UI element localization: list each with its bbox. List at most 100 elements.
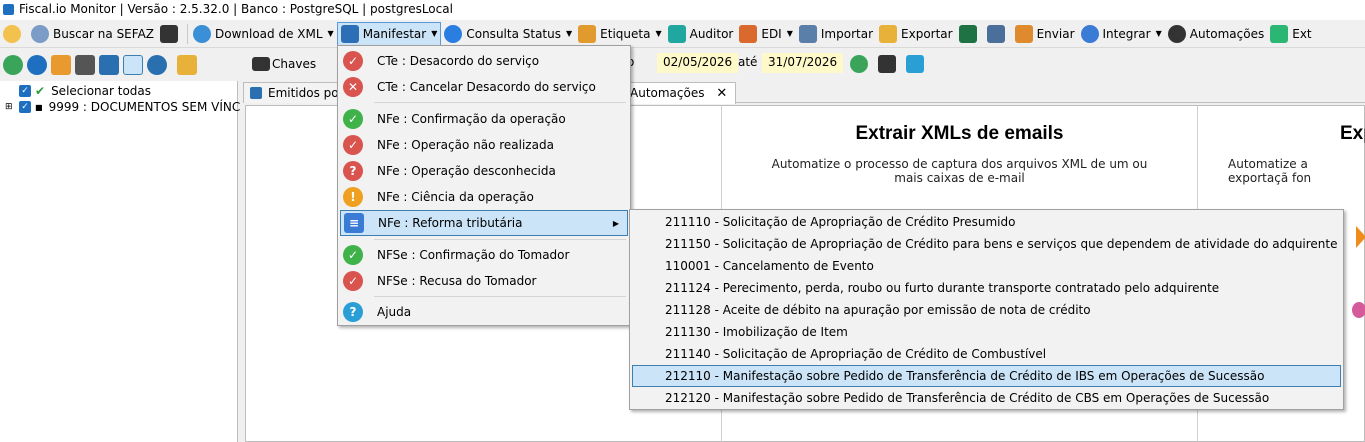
menu-item-label: NFSe : Recusa do Tomador — [377, 274, 537, 288]
submenu-item-label: 211124 - Perecimento, perda, roubo ou fu… — [665, 281, 1220, 295]
trash-icon[interactable] — [75, 55, 95, 75]
manifestar-menu: ✓ CTe : Desacordo do serviço ✕ CTe : Can… — [337, 45, 631, 326]
check-icon: ✓ — [343, 245, 363, 265]
company-tree: ✓ ✔ Selecionar todas ⊞ ✓ ■ 9999 : DOCUME… — [0, 81, 240, 442]
auditor-button[interactable]: Auditor — [665, 22, 737, 46]
submenu-item[interactable]: 212120 - Manifestação sobre Pedido de Tr… — [632, 387, 1341, 409]
refresh-icon[interactable] — [3, 55, 23, 75]
tab-label: Automações — [630, 86, 705, 100]
mail-icon — [1014, 24, 1033, 43]
importar-label: Importar — [820, 26, 874, 41]
submenu-item[interactable]: 211110 - Solicitação de Apropriação de C… — [632, 211, 1341, 233]
consulta-status-button[interactable]: Consulta Status ▼ — [441, 22, 575, 46]
edi-button[interactable]: EDI ▼ — [736, 22, 796, 46]
menu-item-nfe-reforma-tributaria[interactable]: ≡ NFe : Reforma tributária ▶ — [340, 210, 628, 236]
menu-item-ajuda[interactable]: ? Ajuda — [340, 300, 628, 324]
expand-icon[interactable]: ⊞ — [5, 102, 19, 112]
tree-item-select-all[interactable]: ✓ ✔ Selecionar todas — [5, 83, 151, 99]
manifestar-button[interactable]: Manifestar ▼ — [336, 21, 442, 46]
lightbulb-button[interactable] — [0, 22, 28, 46]
excel-button[interactable] — [956, 22, 984, 46]
move-icon[interactable] — [878, 55, 896, 73]
export-icon — [879, 24, 898, 43]
auditor-icon — [667, 24, 686, 43]
automacoes-button[interactable]: Automações — [1165, 22, 1267, 46]
cloud-search-icon — [31, 24, 49, 43]
submenu-item-label: 211128 - Aceite de débito na apuração po… — [665, 303, 1091, 317]
submenu-item-label: 211140 - Solicitação de Apropriação de C… — [665, 347, 1047, 361]
download-xml-button[interactable]: Download de XML ▼ — [190, 22, 337, 46]
edi-label: EDI — [761, 26, 782, 41]
exportar-button[interactable]: Exportar — [876, 22, 956, 46]
tab-automacoes[interactable]: Automações ✕ — [623, 82, 737, 104]
tree-item-company[interactable]: ⊞ ✓ ■ 9999 : DOCUMENTOS SEM VÍNC — [5, 99, 240, 115]
submenu-item-label: 212110 - Manifestação sobre Pedido de Tr… — [665, 369, 1265, 383]
submenu-item-label: 212120 - Manifestação sobre Pedido de Tr… — [665, 391, 1270, 405]
expand-icon[interactable] — [906, 55, 924, 73]
menu-item-label: NFe : Operação desconhecida — [377, 164, 556, 178]
submenu-item[interactable]: 211150 - Solicitação de Apropriação de C… — [632, 233, 1341, 255]
automation-icon — [1167, 24, 1186, 43]
menu-item-nfse-recusa[interactable]: ✓ NFSe : Recusa do Tomador — [340, 269, 628, 293]
close-icon[interactable]: ✕ — [716, 86, 727, 101]
refresh-dates-icon[interactable] — [850, 55, 868, 73]
submenu-item[interactable]: 211124 - Perecimento, perda, roubo ou fu… — [632, 277, 1341, 299]
submenu-item[interactable]: 211128 - Aceite de débito na apuração po… — [632, 299, 1341, 321]
document-list-icon: ≡ — [344, 213, 364, 233]
menu-item-nfe-nao-realizada[interactable]: ✓ NFe : Operação não realizada — [340, 133, 628, 157]
pencil-icon[interactable] — [51, 55, 71, 75]
sort-icon[interactable] — [99, 55, 119, 75]
chevron-down-icon: ▼ — [327, 29, 334, 38]
list-button[interactable] — [157, 22, 185, 46]
etiqueta-button[interactable]: Etiqueta ▼ — [575, 22, 664, 46]
date-from-field[interactable]: 02/05/2026 — [657, 53, 739, 73]
card-title: Extrair XMLs de emails — [855, 123, 1064, 144]
submenu-item-label: 211110 - Solicitação de Apropriação de C… — [665, 215, 1016, 229]
integrar-label: Integrar — [1102, 26, 1151, 41]
buscar-sefaz-button[interactable]: Buscar na SEFAZ — [28, 22, 157, 46]
check-status-icon — [444, 24, 463, 43]
submenu-item[interactable]: 110001 - Cancelamento de Evento — [632, 255, 1341, 277]
chevron-down-icon: ▼ — [566, 29, 573, 38]
importar-button[interactable]: Importar — [796, 22, 876, 46]
menu-item-nfe-desconhecida[interactable]: ? NFe : Operação desconhecida — [340, 159, 628, 183]
menu-item-nfse-confirmacao[interactable]: ✓ NFSe : Confirmação do Tomador — [340, 243, 628, 267]
chaves-button[interactable]: Chaves — [250, 54, 316, 74]
menu-item-nfe-ciencia[interactable]: ! NFe : Ciência da operação — [340, 185, 628, 209]
ext-button[interactable]: Ext — [1267, 22, 1314, 46]
arrow-right-icon[interactable] — [1356, 226, 1365, 248]
building-icon[interactable] — [177, 55, 197, 75]
menu-item-label: Ajuda — [377, 305, 412, 319]
excel-icon — [958, 24, 977, 43]
etiqueta-label: Etiqueta — [600, 26, 651, 41]
menu-item-cte-cancelar-desacordo[interactable]: ✕ CTe : Cancelar Desacordo do serviço — [340, 75, 628, 99]
add-icon[interactable] — [27, 55, 47, 75]
bullet-icon: ■ — [35, 102, 43, 112]
submenu-item[interactable]: 211130 - Imobilização de Item — [632, 321, 1341, 343]
menu-item-label: NFe : Confirmação da operação — [377, 112, 566, 126]
app-icon — [3, 4, 14, 15]
integrar-button[interactable]: Integrar ▼ — [1078, 22, 1165, 46]
submenu-item[interactable]: 211140 - Solicitação de Apropriação de C… — [632, 343, 1341, 365]
search-icon[interactable] — [147, 55, 167, 75]
import-icon — [798, 24, 817, 43]
menu-item-nfe-confirmacao[interactable]: ✓ NFe : Confirmação da operação — [340, 107, 628, 131]
auditor-label: Auditor — [689, 26, 734, 41]
chevron-down-icon: ▼ — [655, 29, 662, 38]
gear-icon — [1080, 24, 1099, 43]
chevron-down-icon: ▼ — [786, 29, 793, 38]
ext-label: Ext — [1292, 26, 1312, 41]
menu-item-label: CTe : Cancelar Desacordo do serviço — [377, 80, 596, 94]
enviar-button[interactable]: Enviar — [1012, 22, 1078, 46]
document-icon — [250, 87, 262, 99]
print-button[interactable] — [984, 22, 1012, 46]
filter-icon[interactable] — [123, 55, 143, 75]
date-to-field[interactable]: 31/07/2026 — [762, 53, 844, 73]
checkbox-icon[interactable]: ✓ — [19, 101, 31, 113]
manifestar-label: Manifestar — [362, 26, 427, 41]
chevron-right-icon: ▶ — [612, 218, 619, 228]
menu-item-cte-desacordo[interactable]: ✓ CTe : Desacordo do serviço — [340, 49, 628, 73]
checkbox-icon[interactable]: ✓ — [19, 85, 31, 97]
tag-icon — [578, 24, 597, 43]
submenu-item-highlighted[interactable]: 212110 - Manifestação sobre Pedido de Tr… — [632, 365, 1341, 387]
